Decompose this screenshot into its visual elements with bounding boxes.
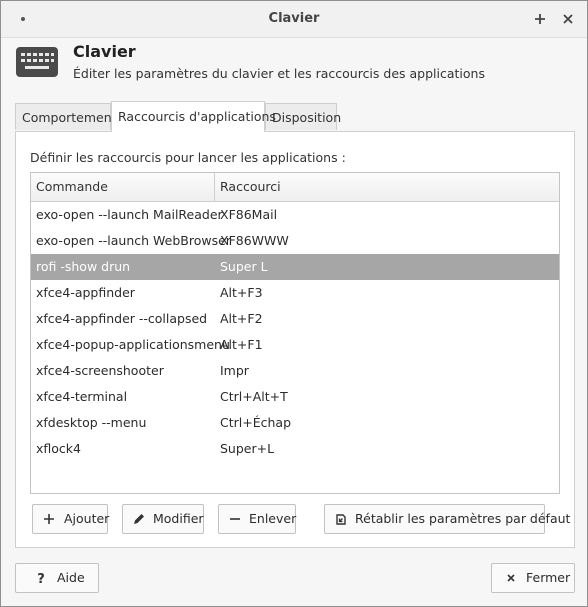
table-row[interactable]: xflock4 Super+L	[31, 436, 559, 462]
dialog-header: Clavier Éditer les paramètres du clavier…	[1, 38, 587, 98]
table-row[interactable]: exo-open --launch MailReader XF86Mail	[31, 202, 559, 228]
shortcut-cell: Super L	[220, 259, 268, 274]
close-x-icon	[507, 574, 515, 582]
keyboard-settings-window: Clavier Clavier Éditer les paramètres du…	[0, 0, 588, 607]
tab-comportement[interactable]: Comportement	[15, 103, 117, 130]
table-row[interactable]: xfce4-screenshooter Impr	[31, 358, 559, 384]
command-cell: rofi -show drun	[36, 259, 131, 274]
command-cell: exo-open --launch WebBrowser	[36, 233, 231, 248]
remove-button-label: Enlever	[249, 511, 297, 526]
table-row[interactable]: xfce4-popup-applicationsmenu Alt+F1	[31, 332, 559, 358]
shortcuts-table[interactable]: Commande Raccourci exo-open --launch Mai…	[30, 172, 560, 494]
reset-defaults-button[interactable]: Rétablir les paramètres par défaut	[324, 504, 570, 534]
add-button[interactable]: Ajouter	[32, 504, 110, 534]
command-cell: xfce4-terminal	[36, 389, 128, 404]
maximize-icon[interactable]	[531, 10, 549, 28]
command-cell: xfce4-popup-applicationsmenu	[36, 337, 230, 352]
svg-text:?: ?	[37, 572, 45, 585]
plus-icon	[44, 514, 54, 524]
edit-button-label: Modifier	[153, 511, 204, 526]
shortcut-cell: Impr	[220, 363, 249, 378]
help-button-label: Aide	[57, 570, 85, 585]
question-icon: ?	[37, 572, 45, 585]
column-header-command[interactable]: Commande	[31, 173, 215, 201]
table-body: exo-open --launch MailReader XF86Mail ex…	[31, 202, 559, 462]
shortcut-cell: Alt+F3	[220, 285, 263, 300]
panel-label: Définir les raccourcis pour lancer les a…	[30, 150, 346, 165]
table-header: Commande Raccourci	[31, 173, 559, 202]
remove-button[interactable]: Enlever	[218, 504, 296, 534]
shortcuts-panel: Définir les raccourcis pour lancer les a…	[15, 131, 575, 548]
restore-icon	[336, 514, 346, 525]
tab-raccourcis-applications[interactable]: Raccourcis d'applications	[111, 101, 276, 132]
keyboard-icon	[16, 47, 58, 77]
shortcut-cell: Ctrl+Échap	[220, 415, 292, 430]
reset-defaults-label: Rétablir les paramètres par défaut	[355, 511, 571, 526]
table-row-selected[interactable]: rofi -show drun Super L	[31, 254, 559, 280]
dialog-subtitle: Éditer les paramètres du clavier et les …	[73, 66, 485, 81]
shortcut-cell: Ctrl+Alt+T	[220, 389, 288, 404]
titlebar[interactable]: Clavier	[1, 1, 587, 38]
shortcut-cell: XF86Mail	[220, 207, 278, 222]
table-row[interactable]: exo-open --launch WebBrowser XF86WWW	[31, 228, 559, 254]
help-button[interactable]: ? Aide	[15, 563, 99, 593]
close-button-label: Fermer	[526, 570, 571, 585]
table-row[interactable]: xfdesktop --menu Ctrl+Échap	[31, 410, 559, 436]
column-header-shortcut[interactable]: Raccourci	[215, 173, 281, 201]
table-row[interactable]: xfce4-appfinder Alt+F3	[31, 280, 559, 306]
table-row[interactable]: xfce4-terminal Ctrl+Alt+T	[31, 384, 559, 410]
window-title: Clavier	[268, 11, 320, 26]
close-button[interactable]: Fermer	[491, 563, 575, 593]
table-row[interactable]: xfce4-appfinder --collapsed Alt+F2	[31, 306, 559, 332]
command-cell: xfce4-screenshooter	[36, 363, 164, 378]
minus-icon	[230, 518, 240, 520]
command-cell: xfce4-appfinder --collapsed	[36, 311, 208, 326]
shortcut-cell: XF86WWW	[220, 233, 289, 248]
edit-button[interactable]: Modifier	[122, 504, 204, 534]
shortcut-cell: Alt+F2	[220, 311, 263, 326]
close-icon[interactable]	[559, 10, 577, 28]
add-button-label: Ajouter	[64, 511, 110, 526]
shortcut-cell: Super+L	[220, 441, 275, 456]
command-cell: exo-open --launch MailReader	[36, 207, 223, 222]
command-cell: xfdesktop --menu	[36, 415, 147, 430]
shortcut-cell: Alt+F1	[220, 337, 263, 352]
dialog-title: Clavier	[73, 42, 136, 61]
pencil-icon	[134, 514, 144, 524]
command-cell: xfce4-appfinder	[36, 285, 135, 300]
command-cell: xflock4	[36, 441, 81, 456]
